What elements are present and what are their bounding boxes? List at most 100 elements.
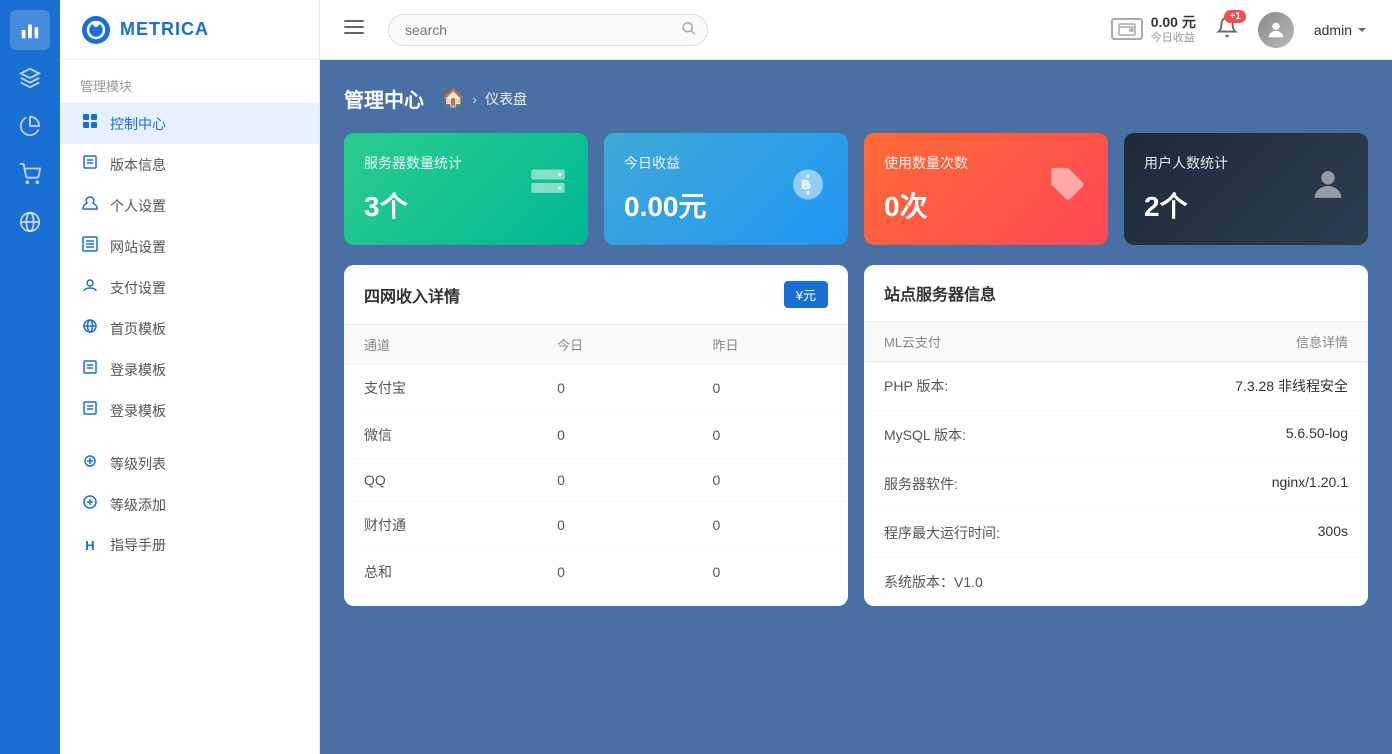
sidebar-item-personal-settings[interactable]: 个人设置 [60, 185, 319, 226]
sidebar-item-guide[interactable]: H 指导手册 [60, 525, 319, 565]
sidebar-item-control-center[interactable]: 控制中心 [60, 103, 319, 144]
income-channel: 微信 [344, 412, 537, 459]
wallet-details: 0.00 元 今日收益 [1151, 13, 1196, 45]
bell-badge: +1 [1224, 10, 1245, 23]
table-row: 微信 0 0 [344, 412, 848, 459]
income-today: 0 [537, 459, 692, 502]
guide-icon: H [80, 538, 100, 553]
server-panel: 站点服务器信息 ML云支付 信息详情 PHP 版本: 7.3.28 非线程安全 … [864, 265, 1368, 606]
sidebar-item-login-template-1[interactable]: 登录模板 [60, 349, 319, 390]
server-key: MySQL 版本: [884, 425, 966, 445]
control-center-icon [80, 113, 100, 134]
income-today: 0 [537, 502, 692, 549]
server-value: 300s [1318, 523, 1348, 543]
sidebar-label-site-settings: 网站设置 [110, 237, 166, 257]
sidebar-item-level-add[interactable]: 等级添加 [60, 484, 319, 525]
breadcrumb: 管理中心 🏠 › 仪表盘 [344, 84, 1368, 113]
stat-usage-count-icon [1048, 165, 1088, 214]
sidebar-item-login-template-2[interactable]: 登录模板 [60, 390, 319, 431]
content-area: 管理中心 🏠 › 仪表盘 服务器数量统计 3个 今日收益 0.00元 [320, 60, 1392, 754]
sidebar-item-version-info[interactable]: 版本信息 [60, 144, 319, 185]
income-today: 0 [537, 412, 692, 459]
sidebar-label-guide: 指导手册 [110, 535, 166, 555]
sidebar: METRICA 管理模块 控制中心 版本信息 个人设置 网站设置 支付设置 [60, 0, 320, 754]
icon-bar-pie[interactable] [10, 106, 50, 146]
bell-button[interactable]: +1 [1216, 16, 1238, 44]
sidebar-label-login-template-1: 登录模板 [110, 360, 166, 380]
income-col-today: 今日 [537, 325, 692, 365]
income-yesterday: 0 [693, 549, 848, 596]
level-add-icon [80, 494, 100, 515]
icon-bar-globe[interactable] [10, 202, 50, 242]
table-row: QQ 0 0 [344, 459, 848, 502]
server-value: 7.3.28 非线程安全 [1235, 376, 1348, 396]
server-panel-header: 站点服务器信息 [864, 265, 1368, 322]
hamburger-button[interactable] [344, 17, 364, 43]
server-key: PHP 版本: [884, 376, 948, 396]
sidebar-item-level-list[interactable]: 等级列表 [60, 443, 319, 484]
login-template-1-icon [80, 359, 100, 380]
income-panel-badge[interactable]: ¥元 [784, 281, 828, 308]
content-inner: 管理中心 🏠 › 仪表盘 服务器数量统计 3个 今日收益 0.00元 [320, 60, 1392, 754]
avatar[interactable] [1258, 12, 1294, 48]
server-panel-title: 站点服务器信息 [884, 281, 996, 305]
stat-server-count-icon [528, 165, 568, 214]
sidebar-label-version-info: 版本信息 [110, 155, 166, 175]
server-col-right: 信息详情 [1296, 332, 1348, 351]
income-yesterday: 0 [693, 502, 848, 549]
server-info-row: 系统版本：V1.0 [864, 558, 1368, 606]
logo-icon [80, 14, 112, 46]
sidebar-item-payment-settings[interactable]: 支付设置 [60, 267, 319, 308]
version-info-icon [80, 154, 100, 175]
stat-usage-count: 使用数量次数 0次 [864, 133, 1108, 245]
breadcrumb-separator: › [472, 91, 477, 107]
sidebar-item-home-template[interactable]: 首页模板 [60, 308, 319, 349]
server-key: 系统版本：V1.0 [884, 572, 983, 592]
topbar: 0.00 元 今日收益 +1 admin [320, 0, 1392, 60]
income-panel-title: 四网收入详情 [364, 283, 460, 307]
table-row: 财付通 0 0 [344, 502, 848, 549]
search-input[interactable] [388, 14, 708, 46]
stat-user-count: 用户人数统计 2个 [1124, 133, 1368, 245]
wallet-amount: 0.00 元 [1151, 13, 1196, 31]
level-list-icon [80, 453, 100, 474]
table-row: 支付宝 0 0 [344, 365, 848, 412]
main-area: 0.00 元 今日收益 +1 admin 管理中心 [320, 0, 1392, 754]
income-panel: 四网收入详情 ¥元 通道 今日 昨日 支付宝 0 [344, 265, 848, 606]
sidebar-label-home-template: 首页模板 [110, 319, 166, 339]
server-info-column-headers: ML云支付 信息详情 [864, 322, 1368, 362]
dropdown-arrow-icon [1356, 24, 1368, 36]
server-info-row: 程序最大运行时间: 300s [864, 509, 1368, 558]
breadcrumb-current: 仪表盘 [485, 89, 527, 109]
topbar-right: 0.00 元 今日收益 +1 admin [1111, 12, 1368, 48]
home-icon[interactable]: 🏠 [442, 88, 464, 109]
sidebar-label-payment-settings: 支付设置 [110, 278, 166, 298]
icon-bar-layers[interactable] [10, 58, 50, 98]
income-today: 0 [537, 365, 692, 412]
income-channel: 总和 [344, 549, 537, 596]
stats-row: 服务器数量统计 3个 今日收益 0.00元 使用数量次数 0次 [344, 133, 1368, 245]
income-channel: QQ [344, 459, 537, 502]
sidebar-label-level-add: 等级添加 [110, 495, 166, 515]
home-template-icon [80, 318, 100, 339]
income-yesterday: 0 [693, 365, 848, 412]
server-key: 程序最大运行时间: [884, 523, 1000, 543]
sidebar-label-login-template-2: 登录模板 [110, 401, 166, 421]
income-col-channel: 通道 [344, 325, 537, 365]
icon-bar-chart[interactable] [10, 10, 50, 50]
income-today: 0 [537, 549, 692, 596]
sidebar-item-site-settings[interactable]: 网站设置 [60, 226, 319, 267]
income-yesterday: 0 [693, 459, 848, 502]
server-info-row: MySQL 版本: 5.6.50-log [864, 411, 1368, 460]
personal-settings-icon [80, 195, 100, 216]
search-container [388, 14, 708, 46]
avatar-image [1258, 12, 1294, 48]
server-col-left: ML云支付 [884, 332, 941, 351]
wallet-label: 今日收益 [1151, 31, 1196, 45]
username-button[interactable]: admin [1314, 22, 1368, 38]
wallet-info: 0.00 元 今日收益 [1111, 13, 1196, 45]
server-info-row: PHP 版本: 7.3.28 非线程安全 [864, 362, 1368, 411]
icon-bar-cart[interactable] [10, 154, 50, 194]
icon-bar [0, 0, 60, 754]
sidebar-label-control-center: 控制中心 [110, 114, 166, 134]
